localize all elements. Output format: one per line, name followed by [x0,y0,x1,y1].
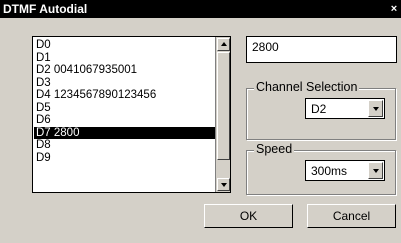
list-item[interactable]: D7 2800 [34,126,215,139]
close-icon[interactable]: × [389,3,399,15]
speed-label: Speed [254,142,295,156]
scroll-up-button[interactable] [217,38,230,51]
channel-dropdown-button[interactable] [368,100,383,117]
list-item[interactable]: D0 [34,39,215,52]
speed-select[interactable]: 300ms [305,160,385,181]
channel-selection-label: Channel Selection [254,80,360,94]
list-item[interactable]: D1 [34,52,215,65]
autodial-list-items: D0 D1 D2 0041067935001 D3 D4 123456789012345… [34,39,215,164]
channel-value: D2 [311,102,327,116]
dialog-title: DTMF Autodial [3,2,88,16]
speed-dropdown-button[interactable] [368,162,383,179]
chevron-down-icon [373,107,379,111]
list-item[interactable]: D5 [34,102,215,115]
speed-value: 300ms [311,164,348,178]
scroll-thumb[interactable] [217,52,230,160]
list-item[interactable]: D8 [34,139,215,152]
autodial-list[interactable]: D0 D1 D2 0041067935001 D3 D4 123456789012345… [32,36,231,193]
down-arrow-icon [221,183,227,187]
number-input[interactable]: 2800 [246,36,397,63]
list-item[interactable]: D2 0041067935001 [34,64,215,77]
channel-select[interactable]: D2 [305,98,385,119]
ok-button[interactable]: OK [204,204,293,228]
title-bar: DTMF Autodial × [0,0,401,18]
list-scrollbar[interactable] [215,37,230,192]
cancel-button[interactable]: Cancel [307,204,396,228]
chevron-down-icon [373,169,379,173]
list-item[interactable]: D9 [34,152,215,165]
list-item[interactable]: D3 [34,77,215,90]
speed-group: Speed 300ms [246,142,396,195]
dtmf-autodial-dialog: DTMF Autodial × D0 D1 D2 0041067935001 D3 D4… [0,0,401,243]
scroll-down-button[interactable] [217,178,230,191]
channel-selection-group: Channel Selection D2 [246,80,396,140]
list-item[interactable]: D6 [34,114,215,127]
up-arrow-icon [221,42,227,46]
list-item[interactable]: D4 1234567890123456 [34,89,215,102]
